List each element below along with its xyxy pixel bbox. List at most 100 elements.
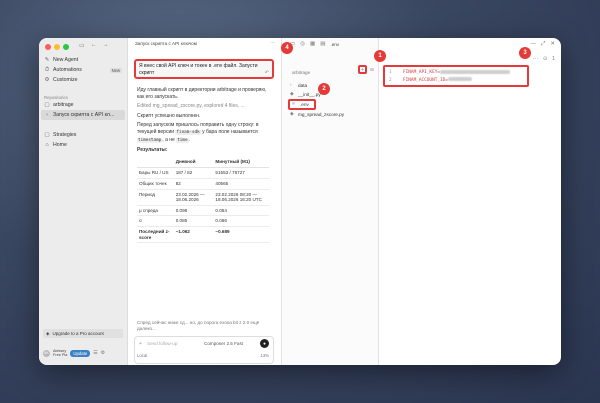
tree-item-label: data — [298, 83, 308, 88]
message-text: . — [188, 136, 190, 143]
code-line: 2 FINAM_ACCOUNT_ID= — [389, 77, 523, 85]
response-continuation: Спред сейчас ниже сд... но, до порога ex… — [137, 320, 260, 331]
folder-icon: ▢ — [44, 132, 50, 138]
chevron-right-icon: › — [290, 83, 292, 88]
chevron-right-icon: › — [46, 112, 48, 118]
follow-up-input[interactable]: Send follow-up — [147, 341, 177, 346]
table-cell: −0.689 — [213, 226, 269, 244]
microphone-icon[interactable]: ● — [260, 339, 269, 348]
message-text: , а не — [162, 136, 175, 143]
changes-icon[interactable]: ⊙ — [543, 56, 547, 62]
table-cell: 0.085 — [173, 215, 214, 227]
update-button[interactable]: Update — [70, 349, 91, 357]
expand-icon[interactable]: ⤢ — [541, 41, 545, 48]
redacted-value — [447, 77, 472, 81]
user-prompt[interactable]: Я внес свой API ключ и токен в .env файл… — [134, 59, 274, 79]
globe-icon[interactable]: ◎ — [300, 41, 305, 47]
user-prompt-text: Я внес свой API ключ и токен в .env файл… — [139, 63, 258, 76]
env-key: FINAM_API_KEY= — [403, 70, 441, 75]
account-name-text: Aleksey — [53, 348, 67, 353]
back-arrow-icon[interactable]: ← — [91, 42, 97, 49]
line-number: 1 — [389, 70, 392, 75]
forward-arrow-icon[interactable]: → — [103, 42, 109, 49]
tree-item-data[interactable]: › data — [290, 81, 375, 90]
grid-icon[interactable]: ▦ — [310, 41, 315, 47]
tool-count: 1 — [552, 56, 555, 62]
edit-summary[interactable]: Edited mg_spread_zscore.py, explored 4 f… — [137, 103, 275, 110]
table-cell: 0.054 — [213, 205, 269, 217]
close-window-button[interactable] — [45, 44, 51, 50]
sidebar-item-strategies[interactable]: ▢ Strategies — [39, 130, 127, 140]
inline-code: time — [176, 137, 189, 143]
sidebar-item-automations[interactable]: ⏱ Automations New — [39, 65, 127, 75]
editor-window-controls: — ⤢ ✕ — [530, 41, 555, 48]
plus-icon[interactable]: + — [139, 341, 142, 347]
message-text: у бара поле называется — [202, 128, 258, 135]
home-icon: ⌂ — [45, 142, 49, 148]
sidebar-item-label: Home — [53, 142, 67, 148]
new-file-button[interactable]: ＋ — [358, 65, 367, 74]
table-header-row: Дневной Минутный (M1) — [137, 156, 269, 169]
table-cell: 187 / 82 — [173, 167, 214, 179]
sidebar-repo-arbitrage[interactable]: ▢ arbitrage — [39, 100, 127, 110]
callout-badge-1: 1 — [374, 50, 386, 62]
code-line: 1 FINAM_API_KEY= — [389, 69, 523, 77]
table-cell: Последний z-score — [137, 226, 174, 244]
table-cell: 40565 — [213, 178, 269, 190]
app-window: ▭ ← → ✎ New Agent ⏱ Automations New ⚙ Cu… — [39, 38, 561, 365]
table-cell: 0.066 — [213, 215, 269, 227]
new-badge: New — [109, 67, 122, 73]
callout-badge-3: 3 — [519, 47, 531, 59]
sidebar-item-label: arbitrage — [53, 102, 74, 108]
tree-item-mg-spread[interactable]: ◆ mg_spread_zscore.py — [290, 110, 375, 119]
table-row: Период 23.02.2026 — 18.06.2026 23.02.2026 … — [137, 189, 269, 206]
more-icon[interactable]: ··· — [270, 40, 275, 46]
file-explorer: ▭ ◎ ▦ ▤ .env ＋ ⊟ arbitrage › data ◆ __in… — [282, 38, 379, 365]
table-cell: Период — [137, 189, 174, 206]
close-icon[interactable]: ✕ — [550, 41, 555, 48]
table-cell: 82 — [173, 178, 214, 190]
sidebar-chat-active[interactable]: › Запуск скрипта с API кл... — [41, 110, 125, 120]
assistant-response: Иду главный скрипт в директории arbitrag… — [137, 87, 275, 244]
upgrade-button[interactable]: ◈ Upgrade to a Pro account — [43, 329, 123, 338]
table-row: Общих точек 82 40565 — [137, 178, 269, 190]
account-bar: AK Aleksey Free Pla Update ☰ ⚙ — [43, 347, 123, 359]
sidebar-item-label: Automations — [53, 67, 82, 73]
avatar[interactable]: AK — [43, 349, 50, 357]
sidebar-item-new-agent[interactable]: ✎ New Agent — [39, 55, 127, 65]
sidebar-toggle-icon[interactable]: ▭ — [79, 42, 85, 49]
sidebar-item-customize[interactable]: ⚙ Customize — [39, 75, 127, 85]
composer[interactable]: + Send follow-up Composer 2.5 Fast ● — [134, 336, 274, 364]
more-icon[interactable]: ··· — [533, 56, 538, 62]
file-tab-icon: ▤ — [320, 41, 326, 47]
account-name: Aleksey Free Pla — [53, 349, 67, 358]
minimize-icon[interactable]: — — [530, 41, 536, 48]
env-file-content[interactable]: 1 FINAM_API_KEY= 2 FINAM_ACCOUNT_ID= — [383, 65, 529, 87]
env-key: FINAM_ACCOUNT_ID= — [403, 77, 448, 83]
tree-item-init[interactable]: ◆ __init__.py — [290, 90, 375, 99]
table-row: σ 0.085 0.066 — [137, 215, 269, 227]
file-tree: › data ◆ __init__.py ≡ .env ◆ mg_spread_… — [288, 81, 375, 119]
settings-icon[interactable]: ⚙ — [101, 350, 105, 356]
table-header — [137, 156, 174, 169]
sidebar-item-label: Customize — [53, 77, 78, 83]
undo-icon[interactable]: ↶ — [265, 70, 269, 77]
results-table: Дневной Минутный (M1) Бары RU / US 187 / … — [137, 156, 269, 244]
tree-item-env[interactable]: ≡ .env — [288, 99, 316, 110]
collapse-icon[interactable]: ⊟ — [370, 67, 374, 73]
line-number: 2 — [389, 77, 392, 83]
sidebar-item-home[interactable]: ⌂ Home — [39, 140, 127, 150]
folder-icon: ▢ — [44, 102, 50, 108]
python-file-icon: ◆ — [290, 112, 294, 117]
tree-item-label: .env — [300, 102, 309, 107]
filter-icon[interactable]: ☰ — [93, 350, 97, 356]
minimize-window-button[interactable] — [54, 44, 60, 50]
table-header: Минутный (M1) — [213, 156, 269, 169]
tab-env[interactable]: .env — [330, 42, 339, 47]
model-selector[interactable]: Composer 2.5 Fast — [204, 341, 243, 346]
new-agent-icon: ✎ — [44, 57, 50, 63]
editor-toolbar: ··· ⊙ 1 — [533, 56, 555, 62]
maximize-window-button[interactable] — [63, 44, 69, 50]
context-usage: 13% — [260, 353, 269, 358]
local-mode-label[interactable]: Local — [137, 353, 147, 358]
